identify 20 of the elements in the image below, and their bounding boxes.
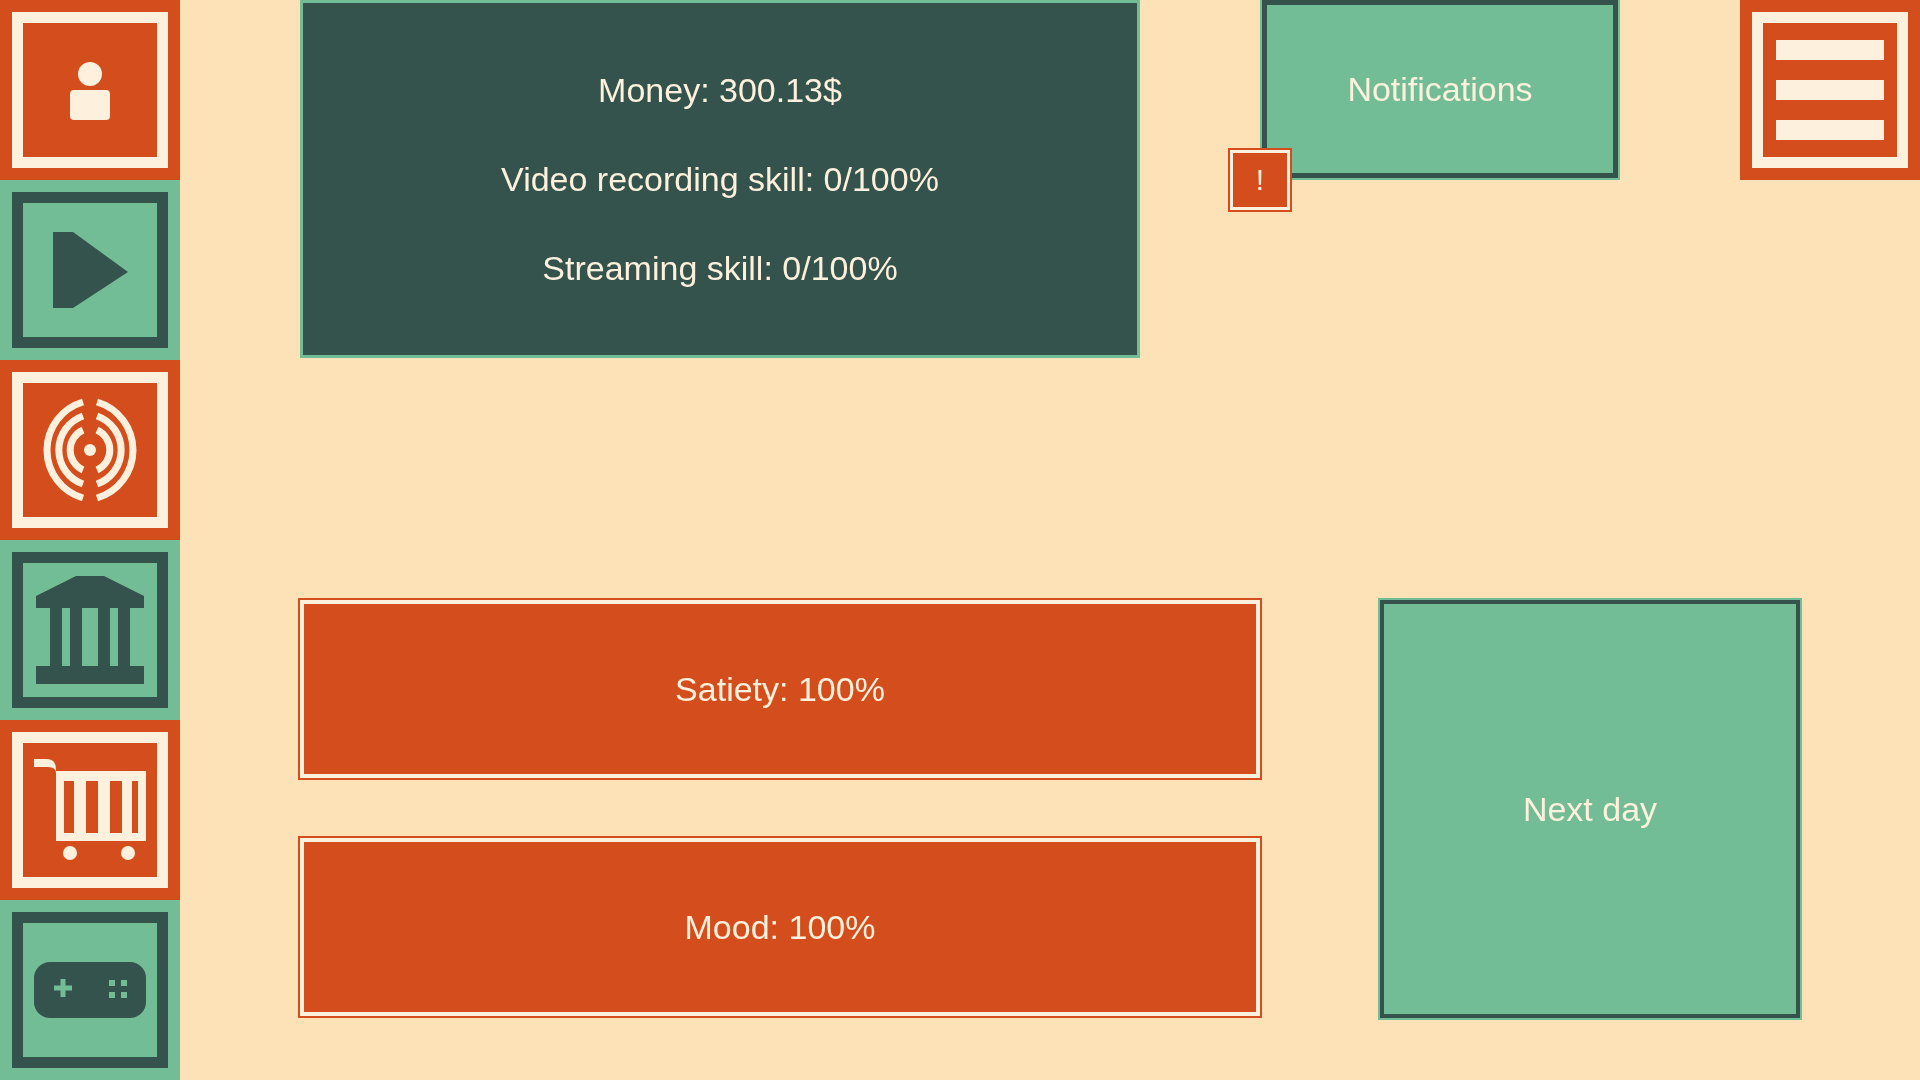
sidebar-button[interactable] bbox=[0, 540, 180, 720]
menu-button[interactable] bbox=[1740, 0, 1920, 180]
gamepad-icon bbox=[34, 962, 146, 1018]
need-text: Mood: 100% bbox=[684, 907, 876, 947]
sidebar-button[interactable] bbox=[0, 180, 180, 360]
need-text: Satiety: 100% bbox=[675, 669, 885, 709]
bank-icon bbox=[36, 576, 144, 684]
sidebar-button[interactable] bbox=[0, 720, 180, 900]
cart-icon bbox=[34, 759, 146, 861]
sidebar-button[interactable] bbox=[0, 0, 180, 180]
menu-icon bbox=[1776, 40, 1884, 140]
play-icon bbox=[52, 232, 128, 308]
stat-text: Money: 300.13$ bbox=[598, 70, 842, 110]
alert-badge: ! bbox=[1230, 150, 1290, 210]
stat-text: Streaming skill: 0/100% bbox=[542, 248, 898, 288]
sidebar-button[interactable] bbox=[0, 900, 180, 1080]
stat-text: Video recording skill: 0/100% bbox=[501, 159, 939, 199]
next-day-button[interactable]: Next day bbox=[1380, 600, 1800, 1018]
notifications-button[interactable]: Notifications bbox=[1262, 0, 1618, 178]
sidebar-button[interactable] bbox=[0, 360, 180, 540]
